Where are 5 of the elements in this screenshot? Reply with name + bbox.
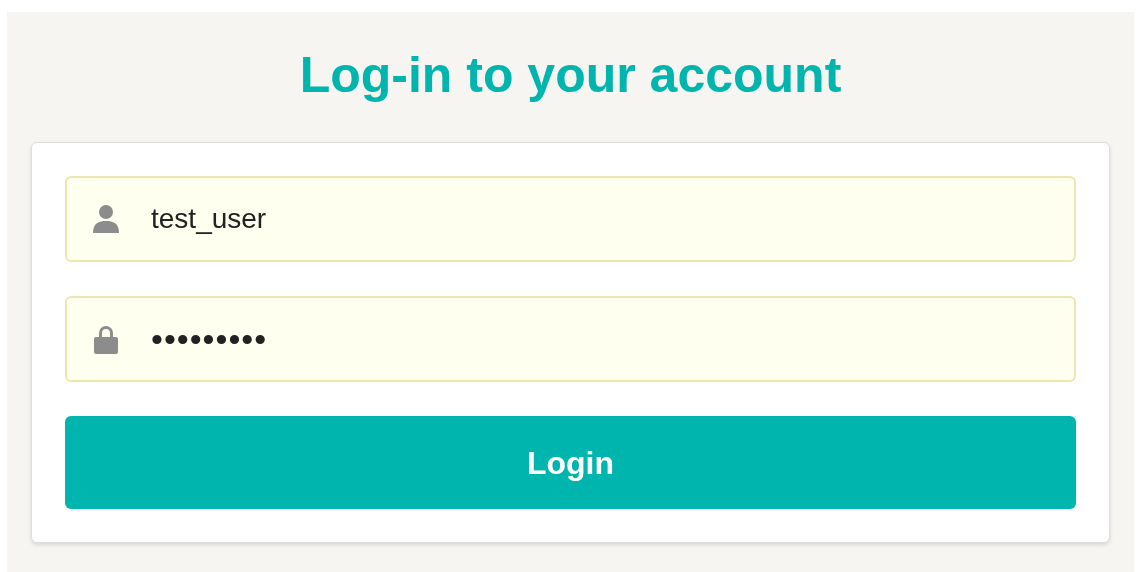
user-icon [91,203,121,235]
page-title: Log-in to your account [299,50,842,100]
password-field[interactable]: ••••••••• [65,296,1076,382]
username-field[interactable]: test_user [65,176,1076,262]
lock-icon [91,323,121,355]
